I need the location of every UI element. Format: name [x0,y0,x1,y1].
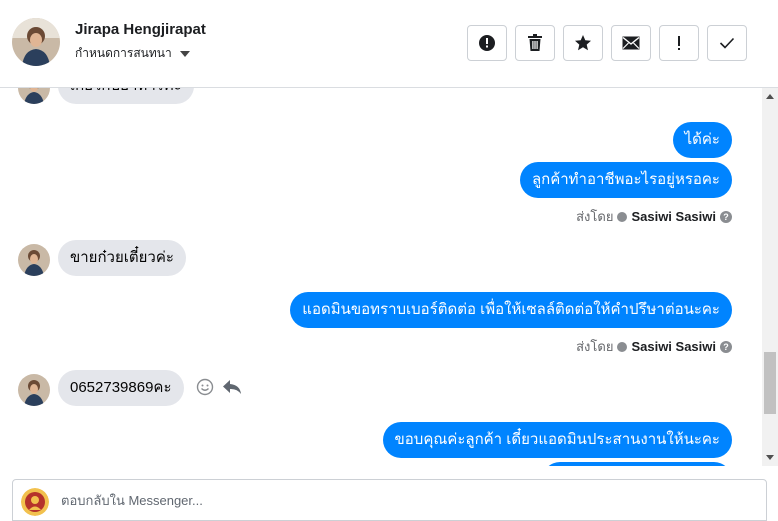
emoji-react-icon[interactable] [196,378,214,396]
incoming-message[interactable]: เกี่ยวกับอาหารคะ [58,88,194,104]
sender-avatar [18,88,50,104]
star-button[interactable] [563,25,603,61]
incoming-message[interactable]: ขายก๋วยเตี๋ยวค่ะ [58,240,186,276]
mark-done-button[interactable] [707,25,747,61]
outgoing-message-partial[interactable] [542,462,732,466]
check-icon [719,37,735,49]
contact-name[interactable]: Jirapa Hengjirapat [75,21,206,38]
scroll-up-arrow-icon[interactable] [766,94,774,99]
sent-by-info: ส่งโดย Sasiwi Sasiwi ? [576,336,732,357]
message-tools [196,378,242,396]
reply-input[interactable] [61,493,741,508]
page-avatar [21,488,49,516]
outgoing-message[interactable]: ขอบคุณค่ะลูกค้า เดี๋ยวแอดมินประสานงานให้… [382,422,732,458]
assign-conversation-label: กำหนดการสนทนา [75,46,172,60]
contact-avatar[interactable] [12,18,60,66]
sent-by-name[interactable]: Sasiwi Sasiwi [631,339,716,354]
help-icon[interactable]: ? [720,210,732,223]
conversation-header: Jirapa Hengjirapat กำหนดการสนทนา [0,0,778,88]
sender-avatar [18,244,50,276]
caret-down-icon [179,50,190,57]
sent-by-name[interactable]: Sasiwi Sasiwi [631,209,716,224]
message-thread[interactable]: เกี่ยวกับอาหารคะ ได้ค่ะ ลูกค้าทำอาชีพอะไ… [0,88,762,466]
sent-by-label: ส่งโดย [576,339,614,354]
conversation-actions [467,25,747,61]
envelope-icon [622,36,640,50]
scrollbar-thumb[interactable] [764,352,776,414]
trash-icon [528,34,542,51]
assign-conversation-dropdown[interactable]: กำหนดการสนทนา [75,44,190,63]
outgoing-message[interactable]: ลูกค้าทำอาชีพอะไรอยู่หรอคะ [519,162,732,198]
mark-unread-button[interactable] [611,25,651,61]
thread-scrollbar[interactable] [762,88,778,466]
delete-button[interactable] [515,25,555,61]
reply-composer [12,479,767,521]
outgoing-message[interactable]: แอดมินขอทราบเบอร์ติดต่อ เพื่อให้เซลล์ติด… [290,292,732,328]
follow-up-button[interactable] [659,25,699,61]
help-icon[interactable]: ? [720,340,732,353]
outgoing-message[interactable]: ได้ค่ะ [672,122,732,158]
sent-by-label: ส่งโดย [576,209,614,224]
sender-avatar [18,374,50,406]
mark-spam-button[interactable] [467,25,507,61]
sent-by-info: ส่งโดย Sasiwi Sasiwi ? [576,206,732,227]
scroll-down-arrow-icon[interactable] [766,455,774,460]
page-icon [617,341,628,352]
incoming-message[interactable]: 0652739869คะ [58,370,184,406]
page-icon [617,211,628,222]
star-icon [575,35,591,51]
alert-circle-icon [479,35,495,51]
reply-icon[interactable] [222,378,242,396]
exclamation-icon [678,36,680,50]
